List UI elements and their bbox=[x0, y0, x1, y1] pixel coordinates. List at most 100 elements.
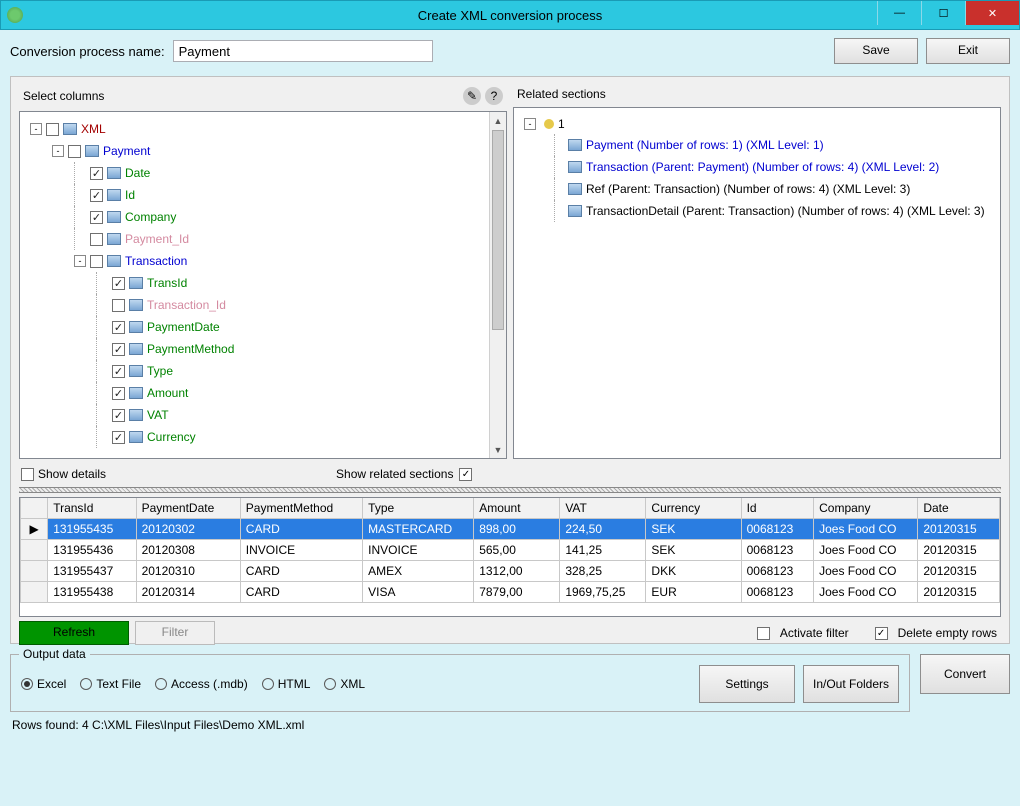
table-cell[interactable]: 141,25 bbox=[560, 540, 646, 561]
tree-node[interactable]: Currency bbox=[30, 426, 502, 448]
column-header[interactable]: Date bbox=[918, 498, 1000, 519]
column-header[interactable]: PaymentMethod bbox=[240, 498, 362, 519]
table-cell[interactable]: VISA bbox=[363, 582, 474, 603]
table-cell[interactable]: 1312,00 bbox=[474, 561, 560, 582]
table-cell[interactable]: 20120315 bbox=[918, 540, 1000, 561]
expander-icon[interactable]: - bbox=[52, 145, 64, 157]
related-item[interactable]: Transaction (Parent: Payment) (Number of… bbox=[524, 156, 996, 178]
tree-checkbox[interactable] bbox=[46, 123, 59, 136]
tree-node[interactable]: Date bbox=[30, 162, 502, 184]
row-selector[interactable] bbox=[21, 582, 48, 603]
tree-checkbox[interactable] bbox=[112, 321, 125, 334]
table-cell[interactable]: Joes Food CO bbox=[814, 582, 918, 603]
tree-node[interactable]: PaymentMethod bbox=[30, 338, 502, 360]
show-details-checkbox[interactable] bbox=[21, 468, 34, 481]
minimize-button[interactable]: — bbox=[877, 1, 921, 25]
tree-node[interactable]: Id bbox=[30, 184, 502, 206]
tree-checkbox[interactable] bbox=[90, 189, 103, 202]
activate-filter-checkbox[interactable] bbox=[757, 627, 770, 640]
output-radio[interactable]: Text File bbox=[80, 677, 141, 691]
table-cell[interactable]: 20120314 bbox=[136, 582, 240, 603]
tree-node[interactable]: -XML bbox=[30, 118, 502, 140]
table-cell[interactable]: 20120315 bbox=[918, 582, 1000, 603]
output-radio[interactable]: HTML bbox=[262, 677, 311, 691]
process-name-input[interactable] bbox=[173, 40, 433, 62]
table-cell[interactable]: INVOICE bbox=[363, 540, 474, 561]
refresh-button[interactable]: Refresh bbox=[19, 621, 129, 645]
table-cell[interactable]: 20120302 bbox=[136, 519, 240, 540]
table-cell[interactable]: 7879,00 bbox=[474, 582, 560, 603]
table-cell[interactable]: 224,50 bbox=[560, 519, 646, 540]
tree-node[interactable]: Company bbox=[30, 206, 502, 228]
convert-button[interactable]: Convert bbox=[920, 654, 1010, 694]
tree-checkbox[interactable] bbox=[112, 343, 125, 356]
table-cell[interactable]: 898,00 bbox=[474, 519, 560, 540]
related-item[interactable]: Payment (Number of rows: 1) (XML Level: … bbox=[524, 134, 996, 156]
output-radio[interactable]: XML bbox=[324, 677, 365, 691]
related-item[interactable]: TransactionDetail (Parent: Transaction) … bbox=[524, 200, 996, 222]
scroll-up-icon[interactable]: ▲ bbox=[490, 112, 506, 129]
table-cell[interactable]: 20120315 bbox=[918, 519, 1000, 540]
expander-icon[interactable]: - bbox=[30, 123, 42, 135]
table-cell[interactable]: INVOICE bbox=[240, 540, 362, 561]
wand-icon[interactable]: ✎ bbox=[463, 87, 481, 105]
column-header[interactable]: Id bbox=[741, 498, 814, 519]
table-cell[interactable]: DKK bbox=[646, 561, 741, 582]
table-cell[interactable]: 131955437 bbox=[48, 561, 136, 582]
tree-checkbox[interactable] bbox=[90, 211, 103, 224]
expander-icon[interactable]: - bbox=[74, 255, 86, 267]
table-cell[interactable]: AMEX bbox=[363, 561, 474, 582]
table-cell[interactable]: SEK bbox=[646, 540, 741, 561]
tree-checkbox[interactable] bbox=[90, 255, 103, 268]
related-item[interactable]: Ref (Parent: Transaction) (Number of row… bbox=[524, 178, 996, 200]
tree-node[interactable]: -Transaction bbox=[30, 250, 502, 272]
tree-checkbox[interactable] bbox=[90, 233, 103, 246]
scroll-thumb[interactable] bbox=[492, 130, 504, 330]
tree-checkbox[interactable] bbox=[112, 387, 125, 400]
filter-button[interactable]: Filter bbox=[135, 621, 215, 645]
column-header[interactable]: Type bbox=[363, 498, 474, 519]
tree-checkbox[interactable] bbox=[112, 365, 125, 378]
columns-tree[interactable]: -XML-PaymentDateIdCompanyPayment_Id-Tran… bbox=[19, 111, 507, 459]
output-radio[interactable]: Excel bbox=[21, 677, 66, 691]
table-cell[interactable]: 20120308 bbox=[136, 540, 240, 561]
table-cell[interactable]: Joes Food CO bbox=[814, 561, 918, 582]
table-cell[interactable]: CARD bbox=[240, 561, 362, 582]
table-cell[interactable]: 131955436 bbox=[48, 540, 136, 561]
table-cell[interactable]: CARD bbox=[240, 582, 362, 603]
table-cell[interactable]: CARD bbox=[240, 519, 362, 540]
settings-button[interactable]: Settings bbox=[699, 665, 795, 703]
tree-checkbox[interactable] bbox=[90, 167, 103, 180]
close-button[interactable]: ✕ bbox=[965, 1, 1019, 25]
tree-scrollbar[interactable]: ▲ ▼ bbox=[489, 112, 506, 458]
show-related-checkbox[interactable] bbox=[459, 468, 472, 481]
table-cell[interactable]: 0068123 bbox=[741, 519, 814, 540]
maximize-button[interactable]: ☐ bbox=[921, 1, 965, 25]
table-cell[interactable]: 328,25 bbox=[560, 561, 646, 582]
tree-node[interactable]: VAT bbox=[30, 404, 502, 426]
table-cell[interactable]: 1969,75,25 bbox=[560, 582, 646, 603]
tree-checkbox[interactable] bbox=[68, 145, 81, 158]
delete-empty-checkbox[interactable] bbox=[875, 627, 888, 640]
expander-icon[interactable]: - bbox=[524, 118, 536, 130]
table-cell[interactable]: EUR bbox=[646, 582, 741, 603]
table-cell[interactable]: Joes Food CO bbox=[814, 540, 918, 561]
row-selector[interactable]: ▶ bbox=[21, 519, 48, 540]
table-cell[interactable]: 565,00 bbox=[474, 540, 560, 561]
help-icon[interactable]: ? bbox=[485, 87, 503, 105]
exit-button[interactable]: Exit bbox=[926, 38, 1010, 64]
table-cell[interactable]: 0068123 bbox=[741, 561, 814, 582]
tree-checkbox[interactable] bbox=[112, 277, 125, 290]
column-header[interactable]: VAT bbox=[560, 498, 646, 519]
tree-node[interactable]: Amount bbox=[30, 382, 502, 404]
column-header[interactable]: Currency bbox=[646, 498, 741, 519]
tree-node[interactable]: Type bbox=[30, 360, 502, 382]
table-cell[interactable]: SEK bbox=[646, 519, 741, 540]
data-grid[interactable]: TransIdPaymentDatePaymentMethodTypeAmoun… bbox=[19, 497, 1001, 617]
in-out-folders-button[interactable]: In/Out Folders bbox=[803, 665, 899, 703]
save-button[interactable]: Save bbox=[834, 38, 918, 64]
table-cell[interactable]: 131955438 bbox=[48, 582, 136, 603]
row-selector[interactable] bbox=[21, 561, 48, 582]
related-tree[interactable]: -1Payment (Number of rows: 1) (XML Level… bbox=[513, 107, 1001, 459]
table-cell[interactable]: 20120310 bbox=[136, 561, 240, 582]
